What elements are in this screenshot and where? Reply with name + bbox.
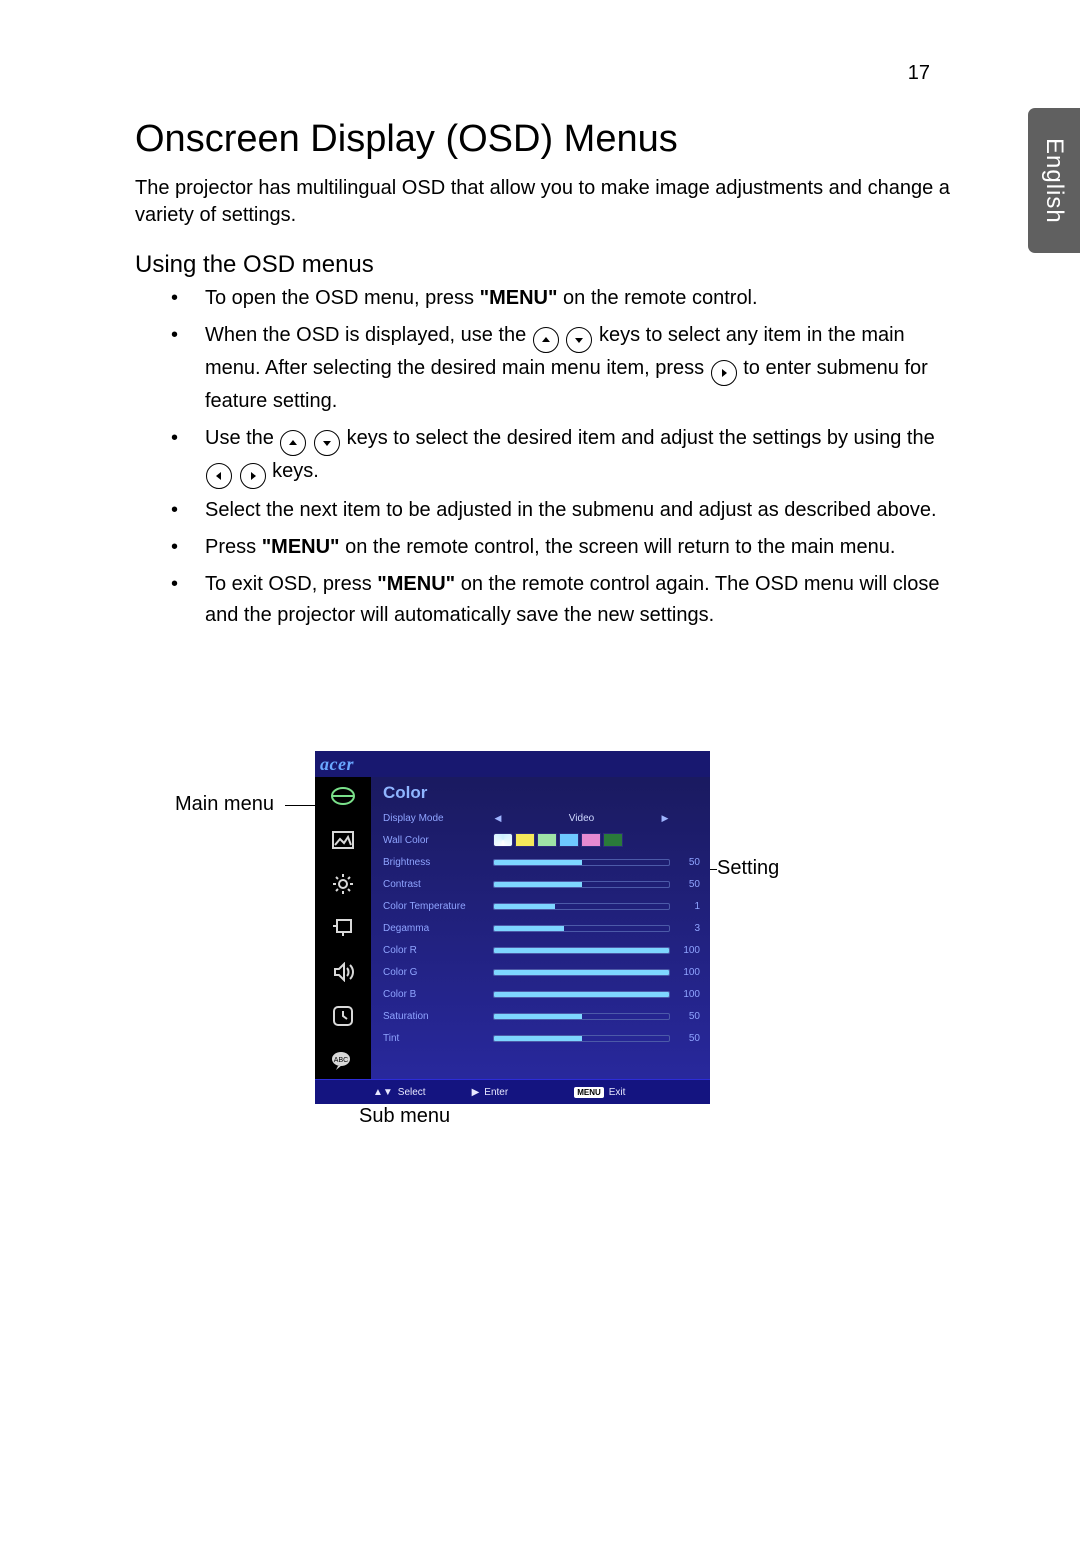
- slider: [493, 1013, 670, 1020]
- manual-page: 17 English Onscreen Display (OSD) Menus …: [0, 0, 1080, 1549]
- osd-title: Color: [383, 783, 700, 803]
- swatch: [559, 833, 579, 847]
- slider: [493, 1035, 670, 1042]
- osd-label: Contrast: [383, 879, 493, 890]
- right-arrow-icon: [240, 463, 266, 489]
- sidebar-timer-icon: [329, 1003, 357, 1029]
- up-arrow-icon: [280, 430, 306, 456]
- slider: [493, 947, 670, 954]
- osd-value: 50: [670, 857, 700, 868]
- osd-label: Color B: [383, 989, 493, 1000]
- swatch: [515, 833, 535, 847]
- osd-label: Color G: [383, 967, 493, 978]
- list-item: When the OSD is displayed, use the keys …: [171, 320, 950, 417]
- sidebar-audio-icon: [329, 959, 357, 985]
- osd-value: 1: [670, 901, 700, 912]
- list-item: To open the OSD menu, press "MENU" on th…: [171, 283, 950, 314]
- osd-row: Degamma 3: [383, 917, 700, 939]
- swatch: [581, 833, 601, 847]
- menu-key-icon: MENU: [574, 1087, 604, 1098]
- sidebar-management-icon: [329, 915, 357, 941]
- down-arrow-icon: [314, 430, 340, 456]
- right-arrow-icon: [711, 360, 737, 386]
- page-title: Onscreen Display (OSD) Menus: [135, 118, 950, 161]
- updown-icon: ▲▼: [373, 1087, 393, 1098]
- osd-row: Color R 100: [383, 939, 700, 961]
- list-item: Select the next item to be adjusted in t…: [171, 495, 950, 526]
- callout-sub-menu: Sub menu: [359, 1105, 450, 1128]
- language-label: English: [1040, 138, 1068, 224]
- swatch: [493, 833, 513, 847]
- osd-value: 50: [670, 1033, 700, 1044]
- language-tab: English: [1028, 108, 1080, 253]
- osd-value: 50: [670, 879, 700, 890]
- osd-row: Saturation 50: [383, 1005, 700, 1027]
- section-heading: Using the OSD menus: [135, 251, 950, 279]
- osd-row: Color B 100: [383, 983, 700, 1005]
- osd-row-display-mode: Display Mode ◀ Video ▶: [383, 807, 700, 829]
- osd-label: Tint: [383, 1033, 493, 1044]
- osd-label: Saturation: [383, 1011, 493, 1022]
- list-item: Use the keys to select the desired item …: [171, 423, 950, 489]
- key-menu: "MENU": [480, 287, 558, 309]
- callout-setting: Setting: [717, 857, 779, 880]
- osd-row: Brightness 50: [383, 851, 700, 873]
- brand-label: acer: [320, 754, 354, 775]
- footer-exit: Exit: [609, 1087, 626, 1098]
- intro-paragraph: The projector has multilingual OSD that …: [135, 175, 950, 229]
- osd-value: 50: [670, 1011, 700, 1022]
- osd-figure: Main menu Setting Sub menu acer: [135, 751, 950, 1151]
- left-arrow-icon: ◀: [493, 813, 503, 824]
- osd-row: Contrast 50: [383, 873, 700, 895]
- slider: [493, 991, 670, 998]
- swatch-row: [493, 833, 623, 847]
- osd-value: 100: [670, 967, 700, 978]
- right-arrow-icon: ▶: [472, 1087, 480, 1098]
- sidebar-image-icon: [329, 827, 357, 853]
- swatch: [603, 833, 623, 847]
- osd-label: Display Mode: [383, 813, 493, 824]
- footer-select: Select: [398, 1087, 426, 1098]
- osd-value: Video: [509, 813, 654, 824]
- osd-value: 3: [670, 923, 700, 934]
- left-arrow-icon: [206, 463, 232, 489]
- footer-enter: Enter: [484, 1087, 508, 1098]
- osd-footer: ▲▼ Select ▶ Enter MENU Exit: [315, 1079, 710, 1104]
- list-item: Press "MENU" on the remote control, the …: [171, 532, 950, 563]
- list-item: To exit OSD, press "MENU" on the remote …: [171, 569, 950, 631]
- slider: [493, 859, 670, 866]
- osd-row: Color G 100: [383, 961, 700, 983]
- osd-label: Wall Color: [383, 835, 493, 846]
- sidebar-language-icon: ABC: [329, 1047, 357, 1073]
- sidebar-setting-icon: [329, 871, 357, 897]
- slider: [493, 881, 670, 888]
- osd-label: Degamma: [383, 923, 493, 934]
- key-menu: "MENU": [377, 573, 455, 595]
- osd-label: Color Temperature: [383, 901, 493, 912]
- callout-main-menu: Main menu: [175, 793, 274, 816]
- osd-label: Brightness: [383, 857, 493, 868]
- osd-value: 100: [670, 945, 700, 956]
- osd-row: Tint 50: [383, 1027, 700, 1049]
- slider: [493, 925, 670, 932]
- right-arrow-icon: ▶: [660, 813, 670, 824]
- osd-value: 100: [670, 989, 700, 1000]
- slider: [493, 903, 670, 910]
- sidebar-color-icon: [329, 783, 357, 809]
- osd-label: Color R: [383, 945, 493, 956]
- osd-window: acer: [315, 751, 710, 1104]
- osd-sidebar: ABC: [315, 777, 371, 1079]
- osd-row: Color Temperature 1: [383, 895, 700, 917]
- down-arrow-icon: [566, 327, 592, 353]
- page-number: 17: [908, 62, 930, 85]
- osd-row: Wall Color: [383, 829, 700, 851]
- bullet-list: To open the OSD menu, press "MENU" on th…: [135, 283, 950, 631]
- up-arrow-icon: [533, 327, 559, 353]
- osd-brand-bar: acer: [315, 751, 710, 777]
- slider: [493, 969, 670, 976]
- svg-text:ABC: ABC: [334, 1057, 348, 1064]
- key-menu: "MENU": [262, 536, 340, 558]
- swatch: [537, 833, 557, 847]
- osd-content: Color Display Mode ◀ Video ▶ Wall Color B…: [371, 777, 710, 1079]
